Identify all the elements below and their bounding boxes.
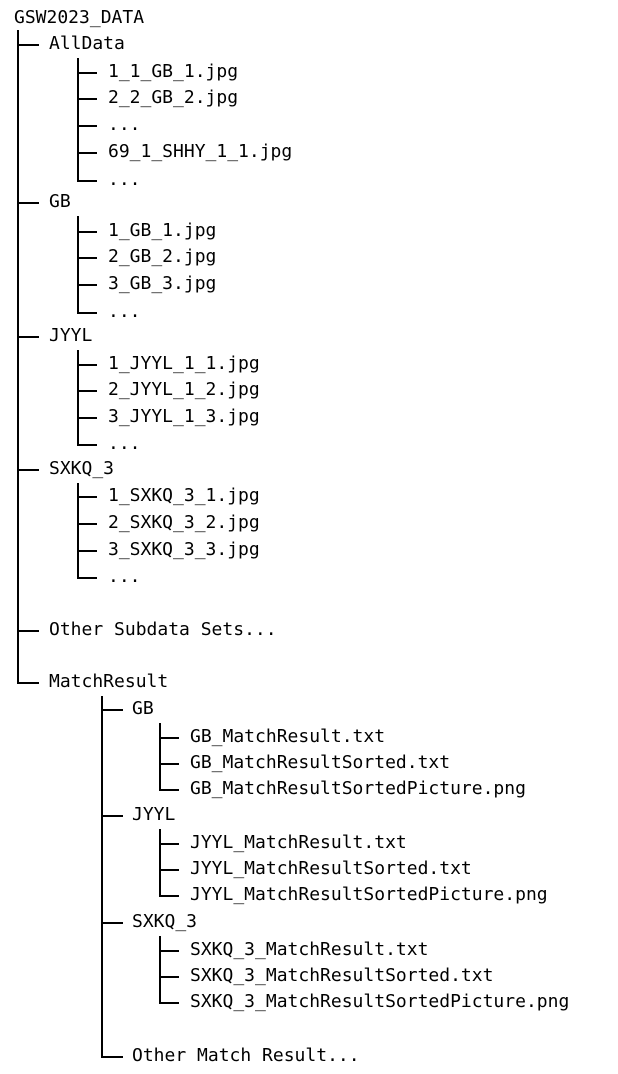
tree-line — [77, 284, 97, 286]
tree-line — [77, 180, 97, 182]
tree-line — [77, 312, 97, 314]
tree-line — [159, 936, 161, 1004]
folder-sxkq: SXKQ_3 — [49, 458, 115, 479]
tree-line — [17, 202, 39, 204]
file-item: 69_1_SHHY_1_1.jpg — [108, 141, 293, 162]
tree-line — [77, 152, 97, 154]
tree-line — [77, 231, 97, 233]
file-item: SXKQ_3_MatchResultSorted.txt — [190, 965, 494, 986]
tree-line — [159, 869, 179, 871]
file-item: 2_GB_2.jpg — [108, 246, 217, 267]
file-item: 2_JYYL_1_2.jpg — [108, 379, 260, 400]
file-item: GB_MatchResultSorted.txt — [190, 752, 451, 773]
file-item: SXKQ_3_MatchResultSortedPicture.png — [190, 991, 570, 1012]
tree-line — [159, 829, 161, 897]
tree-line — [159, 763, 179, 765]
folder-match-gb: GB — [132, 698, 154, 719]
file-item: GB_MatchResult.txt — [190, 726, 386, 747]
file-item: SXKQ_3_MatchResult.txt — [190, 939, 429, 960]
tree-line — [101, 922, 123, 924]
file-item: 3_SXKQ_3_3.jpg — [108, 539, 260, 560]
file-item: 1_SXKQ_3_1.jpg — [108, 485, 260, 506]
tree-line — [101, 709, 123, 711]
folder-jyyl: JYYL — [49, 325, 93, 346]
folder-alldata: AllData — [49, 33, 125, 54]
folder-matchresult: MatchResult — [49, 671, 169, 692]
tree-line — [17, 682, 39, 684]
tree-line — [77, 98, 97, 100]
tree-line — [77, 364, 97, 366]
ellipsis-item: ... — [108, 114, 141, 135]
file-item: 1_1_GB_1.jpg — [108, 61, 239, 82]
file-item: 3_JYYL_1_3.jpg — [108, 406, 260, 427]
file-item: GB_MatchResultSortedPicture.png — [190, 778, 526, 799]
ellipsis-item: ... — [108, 566, 141, 587]
tree-line — [17, 469, 39, 471]
ellipsis-item: ... — [108, 169, 141, 190]
tree-line — [159, 950, 179, 952]
file-item: 2_SXKQ_3_2.jpg — [108, 512, 260, 533]
tree-line — [159, 723, 161, 791]
tree-line — [77, 550, 97, 552]
file-item: 1_JYYL_1_1.jpg — [108, 353, 260, 374]
file-item: JYYL_MatchResultSorted.txt — [190, 858, 472, 879]
tree-line — [77, 390, 97, 392]
folder-match-sxkq: SXKQ_3 — [132, 911, 198, 932]
ellipsis-item: ... — [108, 433, 141, 454]
tree-line — [77, 125, 97, 127]
tree-line — [17, 30, 19, 684]
file-item: 3_GB_3.jpg — [108, 273, 217, 294]
tree-line — [17, 630, 39, 632]
tree-line — [159, 737, 179, 739]
folder-match-jyyl: JYYL — [132, 804, 176, 825]
tree-line — [17, 44, 39, 46]
tree-line — [159, 895, 179, 897]
root-folder-label: GSW2023_DATA — [14, 7, 145, 28]
tree-line — [159, 976, 179, 978]
file-item: JYYL_MatchResultSortedPicture.png — [190, 884, 548, 905]
tree-line — [77, 58, 79, 182]
tree-line — [159, 843, 179, 845]
tree-line — [159, 1002, 179, 1004]
tree-line — [77, 444, 97, 446]
file-item: 2_2_GB_2.jpg — [108, 87, 239, 108]
directory-tree: GSW2023_DATA AllData 1_1_GB_1.jpg 2_2_GB… — [0, 0, 618, 1074]
tree-line — [77, 72, 97, 74]
other-subdata-sets: Other Subdata Sets... — [49, 619, 277, 640]
tree-line — [159, 789, 179, 791]
ellipsis-item: ... — [108, 301, 141, 322]
other-match-result: Other Match Result... — [132, 1045, 360, 1066]
file-item: JYYL_MatchResult.txt — [190, 832, 407, 853]
file-item: 1_GB_1.jpg — [108, 220, 217, 241]
tree-line — [101, 1056, 123, 1058]
tree-line — [17, 336, 39, 338]
folder-gb: GB — [49, 191, 71, 212]
tree-line — [77, 523, 97, 525]
tree-line — [77, 417, 97, 419]
tree-line — [77, 496, 97, 498]
tree-line — [77, 257, 97, 259]
tree-line — [101, 815, 123, 817]
tree-line — [77, 577, 97, 579]
tree-line — [101, 696, 103, 1058]
